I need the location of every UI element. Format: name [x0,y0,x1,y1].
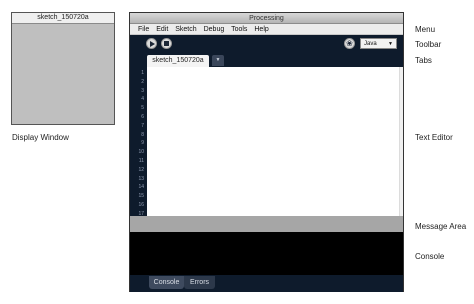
label-message-area: Message Area [415,222,467,231]
text-editor[interactable]: 1 2 3 4 5 6 7 8 9 10 11 12 13 14 15 16 17 [130,67,403,228]
menu-item-help[interactable]: Help [254,26,268,33]
line-number: 10 [138,149,144,156]
line-number: 9 [141,140,144,147]
stop-button[interactable] [161,38,172,49]
toolbar: ❀ Java ▼ [130,35,403,52]
debug-button[interactable]: ❀ [344,38,355,49]
menu-item-edit[interactable]: Edit [156,26,168,33]
line-number: 14 [138,184,144,191]
chevron-down-icon: ▼ [215,57,221,63]
butterfly-icon: ❀ [346,39,353,48]
line-number: 15 [138,193,144,200]
menu-item-file[interactable]: File [138,26,149,33]
line-number: 7 [141,122,144,129]
line-number: 11 [138,157,144,164]
console-tab-bar: Console Errors [130,275,403,292]
mode-selector[interactable]: Java ▼ [360,38,397,49]
processing-window: Processing File Edit Sketch Debug Tools … [129,12,404,292]
tab-errors[interactable]: Errors [184,276,215,289]
line-number: 3 [141,87,144,94]
label-toolbar: Toolbar [415,40,442,49]
line-number-gutter: 1 2 3 4 5 6 7 8 9 10 11 12 13 14 15 16 17 [130,67,147,228]
line-number: 12 [138,166,144,173]
display-window: sketch_150720a [11,12,115,125]
tab-sketch[interactable]: sketch_150720a [147,55,209,67]
chevron-down-icon: ▼ [388,41,393,47]
label-console: Console [415,252,445,261]
console-area[interactable] [130,232,403,275]
line-number: 5 [141,105,144,112]
mode-label: Java [364,41,377,47]
tab-console[interactable]: Console [149,276,184,289]
label-text-editor: Text Editor [415,133,453,142]
line-number: 13 [138,175,144,182]
menu-item-tools[interactable]: Tools [231,26,247,33]
menu-bar: File Edit Sketch Debug Tools Help [130,24,403,35]
message-area [130,216,403,232]
display-window-title: sketch_150720a [12,13,114,24]
line-number: 1 [141,70,144,76]
label-menu: Menu [415,25,436,34]
tab-menu-button[interactable]: ▼ [212,55,224,66]
line-number: 16 [138,201,144,208]
window-title: Processing [130,13,403,24]
line-number: 4 [141,96,144,103]
tabs-row: sketch_150720a ▼ [130,52,403,67]
run-button[interactable] [146,38,157,49]
line-number: 6 [141,113,144,120]
line-number: 2 [141,78,144,85]
editor-scrollbar[interactable] [399,67,403,228]
line-number: 8 [141,131,144,138]
display-window-caption: Display Window [12,133,69,142]
menu-item-sketch[interactable]: Sketch [175,26,196,33]
label-tabs: Tabs [415,56,432,65]
menu-item-debug[interactable]: Debug [204,26,225,33]
